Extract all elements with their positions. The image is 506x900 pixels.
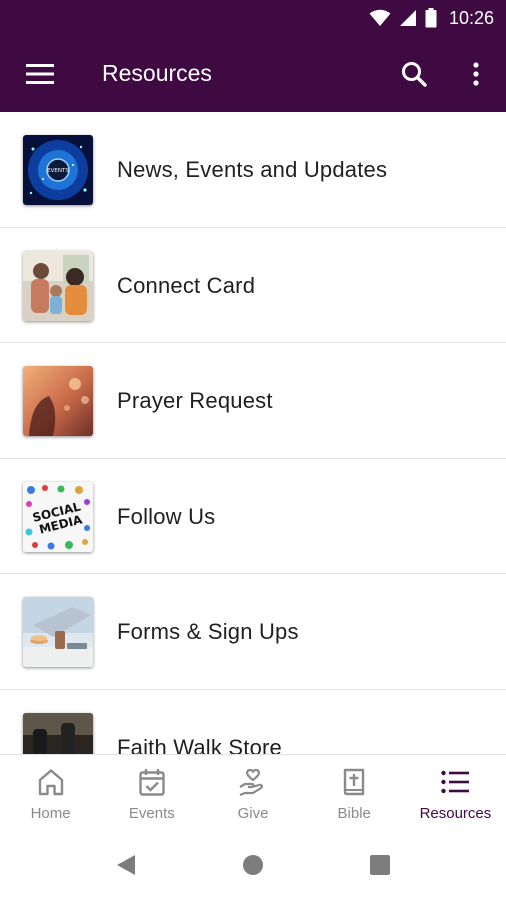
list-item-news-events[interactable]: EVENTS News, Events and Updates (0, 112, 506, 228)
follow-us-thumbnail: SOCIAL MEDIA (23, 481, 93, 552)
menu-button[interactable] (20, 56, 60, 92)
list-icon (441, 770, 470, 794)
hamburger-menu-icon (26, 64, 54, 84)
faith-walk-store-thumbnail (23, 712, 93, 754)
status-time: 10:26 (448, 7, 494, 28)
nav-home[interactable]: Home (0, 755, 101, 829)
nav-label: Home (30, 805, 71, 822)
nav-give[interactable]: Give (202, 755, 303, 829)
wifi-icon (369, 9, 391, 26)
hand-heart-icon (239, 768, 264, 797)
news-events-thumbnail: EVENTS (23, 135, 93, 205)
list-item-label: Follow Us (117, 503, 216, 529)
calendar-check-icon (139, 769, 165, 796)
list-item-label: Prayer Request (117, 388, 273, 413)
list-item-label: Connect Card (117, 272, 256, 298)
nav-resources[interactable]: Resources (405, 755, 506, 829)
cell-signal-icon (399, 10, 416, 26)
events-thumb-text: EVENTS (47, 168, 69, 174)
nav-label: Resources (419, 805, 492, 822)
list-item-prayer-request[interactable]: Prayer Request (0, 343, 506, 459)
list-item-faith-walk-store[interactable]: Faith Walk Store (0, 690, 506, 755)
bible-icon (344, 768, 365, 796)
nav-label: Events (128, 805, 175, 822)
app-bar: Resources (0, 36, 506, 112)
list-item-forms-sign-ups[interactable]: Forms & Sign Ups (0, 574, 506, 690)
system-navigation-bar (0, 828, 506, 900)
forms-sign-ups-thumbnail (23, 597, 93, 667)
back-icon[interactable] (116, 854, 136, 876)
bottom-navigation: Home Events Give Bible Resources (0, 754, 506, 828)
list-item-label: Faith Walk Store (117, 734, 282, 755)
list-item-label: News, Events and Updates (117, 157, 388, 182)
list-item-connect-card[interactable]: Connect Card (0, 228, 506, 343)
nav-events[interactable]: Events (101, 755, 202, 829)
prayer-request-thumbnail (23, 366, 93, 436)
list-item-label: Forms & Sign Ups (117, 619, 299, 644)
battery-icon (425, 8, 437, 28)
more-options-button[interactable] (460, 56, 492, 92)
nav-label: Bible (337, 805, 371, 822)
list-item-follow-us[interactable]: SOCIAL MEDIA Follow Us (0, 459, 506, 574)
resources-list: EVENTS News, Events and Updates Connect … (0, 112, 506, 754)
search-icon (402, 62, 427, 87)
recent-apps-icon[interactable] (370, 855, 390, 875)
search-button[interactable] (394, 56, 434, 92)
home-icon (38, 769, 63, 796)
connect-card-thumbnail (23, 250, 93, 321)
status-icons: 10:26 (369, 6, 494, 30)
status-bar: 10:26 (0, 0, 506, 36)
nav-label: Give (237, 805, 269, 822)
nav-bible[interactable]: Bible (304, 755, 405, 829)
home-circle-icon[interactable] (243, 855, 263, 875)
more-vertical-icon (473, 62, 479, 86)
page-title: Resources (102, 60, 212, 86)
